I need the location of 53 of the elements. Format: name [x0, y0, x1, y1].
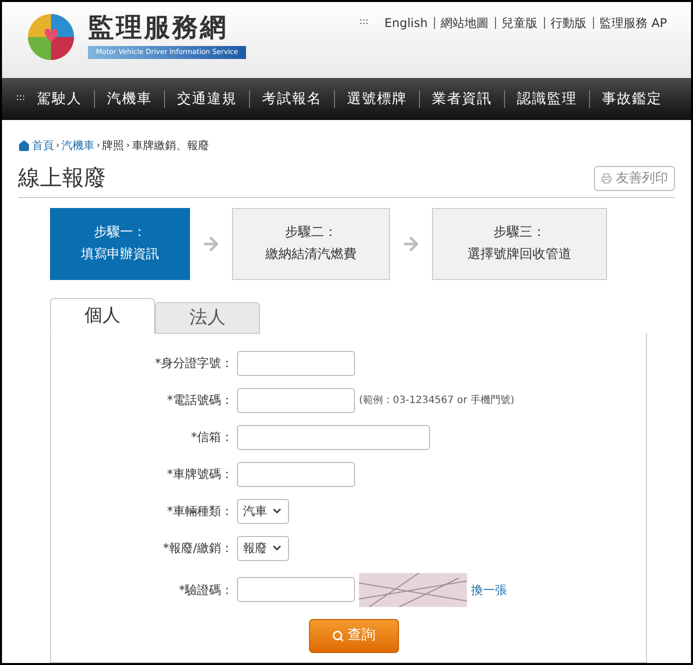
text-input[interactable] [237, 462, 355, 486]
field-label: *驗證碼： [178, 582, 234, 598]
top-link[interactable]: 網站地圖 [440, 14, 489, 32]
search-icon [332, 630, 344, 642]
print-button[interactable]: 友善列印 [594, 166, 675, 192]
logo-icon [26, 12, 76, 62]
text-input[interactable] [237, 424, 430, 450]
printer-icon [601, 173, 612, 184]
nav-item[interactable]: 認識監理 [517, 88, 578, 110]
step-title: 步驟二： [285, 224, 337, 242]
step-title: 步驟一： [94, 224, 146, 242]
page-title: 線上報廢 [18, 164, 106, 192]
field-label: *信箱： [190, 429, 234, 446]
nav-item[interactable]: 業者資訊 [432, 88, 492, 110]
top-link[interactable]: 行動版 [550, 14, 587, 32]
field-hint: (範例：03-1234567 or 手機門號) [359, 394, 514, 408]
breadcrumb-separator: › [56, 140, 60, 152]
text-input[interactable] [237, 388, 355, 412]
nav-item[interactable]: 考試報名 [262, 88, 322, 110]
nav-item[interactable]: 事故鑑定 [602, 88, 662, 110]
nav-item[interactable]: 汽機車 [107, 88, 152, 110]
step-subtitle: 繳納結清汽燃費 [266, 246, 356, 264]
breadcrumb-separator: › [126, 140, 130, 152]
breadcrumb-text: 牌照 [102, 138, 124, 154]
select-dropdown[interactable]: 報廢 [237, 536, 289, 560]
nav-item[interactable]: 交通違規 [177, 88, 238, 110]
tab[interactable]: 個人 [50, 298, 155, 334]
text-input[interactable] [237, 577, 355, 602]
breadcrumb-link[interactable]: 首頁 [32, 138, 54, 154]
step-title: 步驟三： [494, 224, 546, 242]
logo-title: 監理服務網 [88, 12, 229, 44]
accesskey-marker: ::: [16, 92, 26, 106]
tab[interactable]: 法人 [155, 302, 260, 334]
top-link[interactable]: 兒童版 [502, 14, 538, 32]
top-link[interactable]: English [384, 14, 428, 32]
top-link[interactable]: 監理服務 AP [600, 14, 667, 32]
field-label: *車輛種類： [166, 503, 234, 520]
field-label: *報廢/繳銷： [162, 540, 234, 557]
select-dropdown[interactable]: 汽車 [237, 498, 289, 524]
step-subtitle: 選擇號牌回收管道 [468, 246, 572, 264]
breadcrumb-link[interactable]: 汽機車 [62, 138, 95, 154]
home-icon [18, 140, 30, 152]
breadcrumb-separator: › [96, 140, 100, 152]
field-label: *身分證字號： [154, 355, 234, 372]
refresh-link[interactable]: 換一張 [471, 580, 507, 598]
field-label: *電話號碼： [166, 392, 234, 409]
field-label: *車牌號碼： [166, 466, 234, 483]
accesskey-marker: ::: [359, 16, 368, 30]
text-input[interactable] [237, 350, 355, 376]
step-subtitle: 填寫申辦資訊 [81, 246, 159, 264]
nav-item[interactable]: 選號標牌 [347, 88, 408, 110]
nav-item[interactable]: 駕駛人 [37, 88, 82, 110]
breadcrumb-text: 車牌繳銷、報廢 [132, 138, 209, 154]
